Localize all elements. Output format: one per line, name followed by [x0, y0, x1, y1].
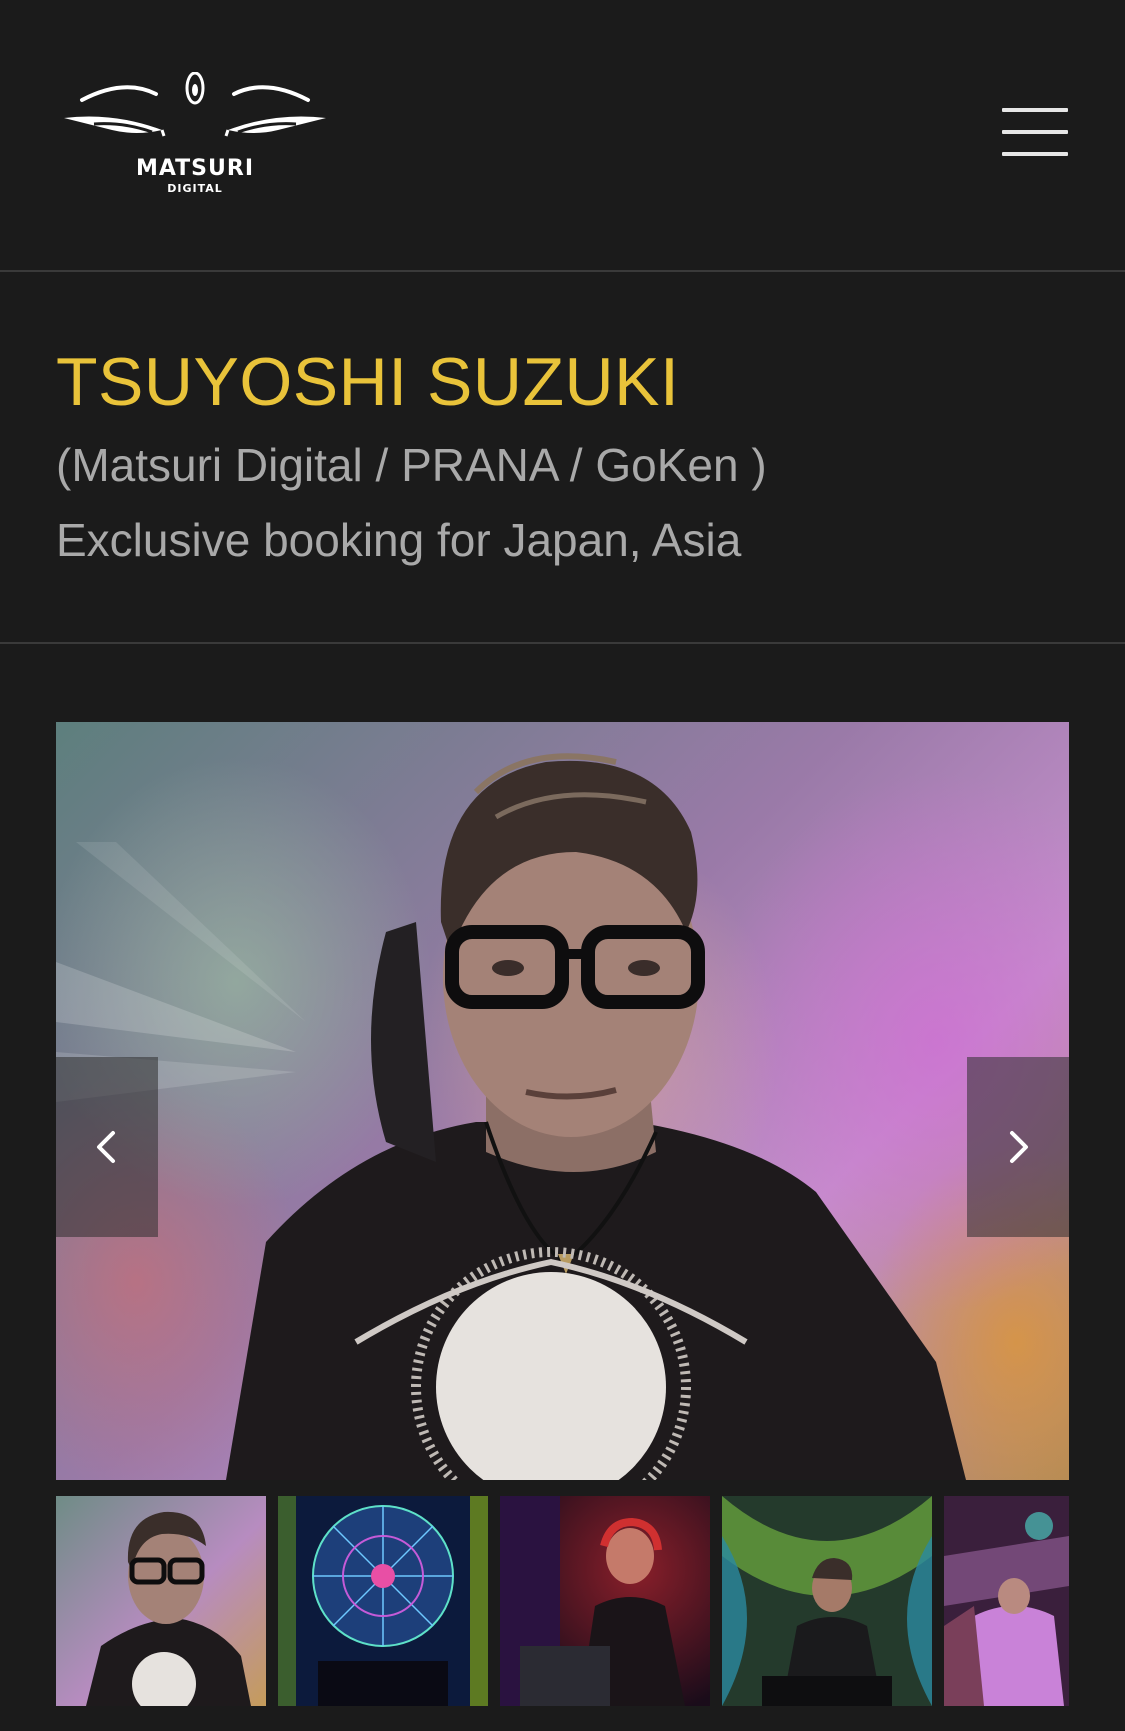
gallery-prev-button[interactable]	[56, 1057, 158, 1237]
menu-bar-bottom	[1002, 152, 1068, 156]
artist-intro: TSUYOSHI SUZUKI (Matsuri Digital / PRANA…	[0, 272, 1125, 644]
thumbnail-crowd[interactable]	[944, 1496, 1069, 1706]
artist-name: TSUYOSHI SUZUKI	[56, 344, 680, 420]
matsuri-digital-logo[interactable]: MATSURI DIGITAL	[64, 71, 326, 204]
booking-info: Exclusive booking for Japan, Asia	[56, 514, 742, 566]
artist-labels: (Matsuri Digital / PRANA / GoKen )	[56, 439, 767, 491]
thumbnail-dj-red-light[interactable]	[500, 1496, 710, 1706]
menu-bar-middle	[1002, 130, 1068, 134]
gallery-thumbnails	[56, 1496, 1069, 1706]
gallery-main-photo	[56, 722, 1069, 1480]
thumbnail-portrait[interactable]	[56, 1496, 266, 1706]
hamburger-menu-icon[interactable]	[996, 104, 1068, 164]
logo-wordmark: MATSURI	[135, 156, 255, 181]
site-header: MATSURI DIGITAL	[0, 0, 1125, 272]
gallery-next-button[interactable]	[967, 1057, 1069, 1237]
chevron-right-icon	[1010, 1131, 1028, 1163]
thumbnail-dj-decks[interactable]	[722, 1496, 932, 1706]
page: MATSURI DIGITAL TSUYOSHI SUZUKI (Matsuri…	[0, 0, 1125, 1731]
menu-bar-top	[1002, 108, 1068, 112]
artist-portrait-image	[56, 753, 966, 1480]
thumbnail-stage-dome[interactable]	[278, 1496, 488, 1706]
logo-subtext: DIGITAL	[167, 182, 223, 195]
logo-eyes-icon	[64, 71, 326, 137]
chevron-left-icon	[97, 1131, 115, 1163]
